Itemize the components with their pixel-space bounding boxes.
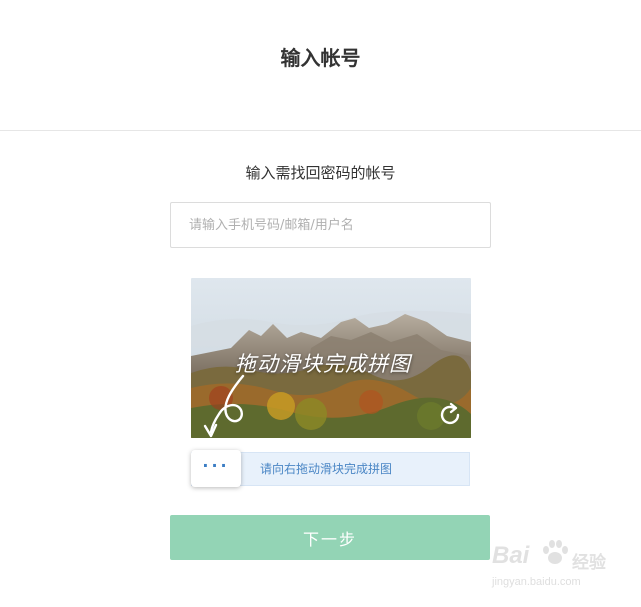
curved-arrow-down-icon [203, 374, 245, 438]
watermark-product: 经验 [572, 553, 606, 573]
form-subtitle: 输入需找回密码的帐号 [245, 164, 396, 182]
baidu-jingyan-watermark: Bai 经验 jingyan.baidu.com [492, 538, 632, 594]
next-step-button[interactable]: 下一步 [170, 515, 490, 560]
forgot-password-page: 输入帐号 输入需找回密码的帐号 请输入手机号码/邮箱/用户名 拖动滑块完成拼图 … [0, 0, 641, 607]
drag-dots-icon: ··· [202, 456, 230, 475]
paw-logo-icon [543, 540, 568, 564]
captcha-image: 拖动滑块完成拼图 [191, 278, 471, 438]
slider-label: 请向右拖动滑块完成拼图 [260, 462, 393, 476]
slider-handle[interactable]: ··· [191, 450, 241, 487]
watermark-url: jingyan.baidu.com [492, 576, 581, 588]
account-input[interactable] [170, 202, 491, 248]
watermark-brand: Bai [492, 542, 530, 569]
page-title: 输入帐号 [280, 46, 361, 70]
refresh-icon[interactable] [437, 402, 463, 428]
header-divider [0, 130, 641, 131]
captcha-caption: 拖动滑块完成拼图 [235, 352, 411, 376]
